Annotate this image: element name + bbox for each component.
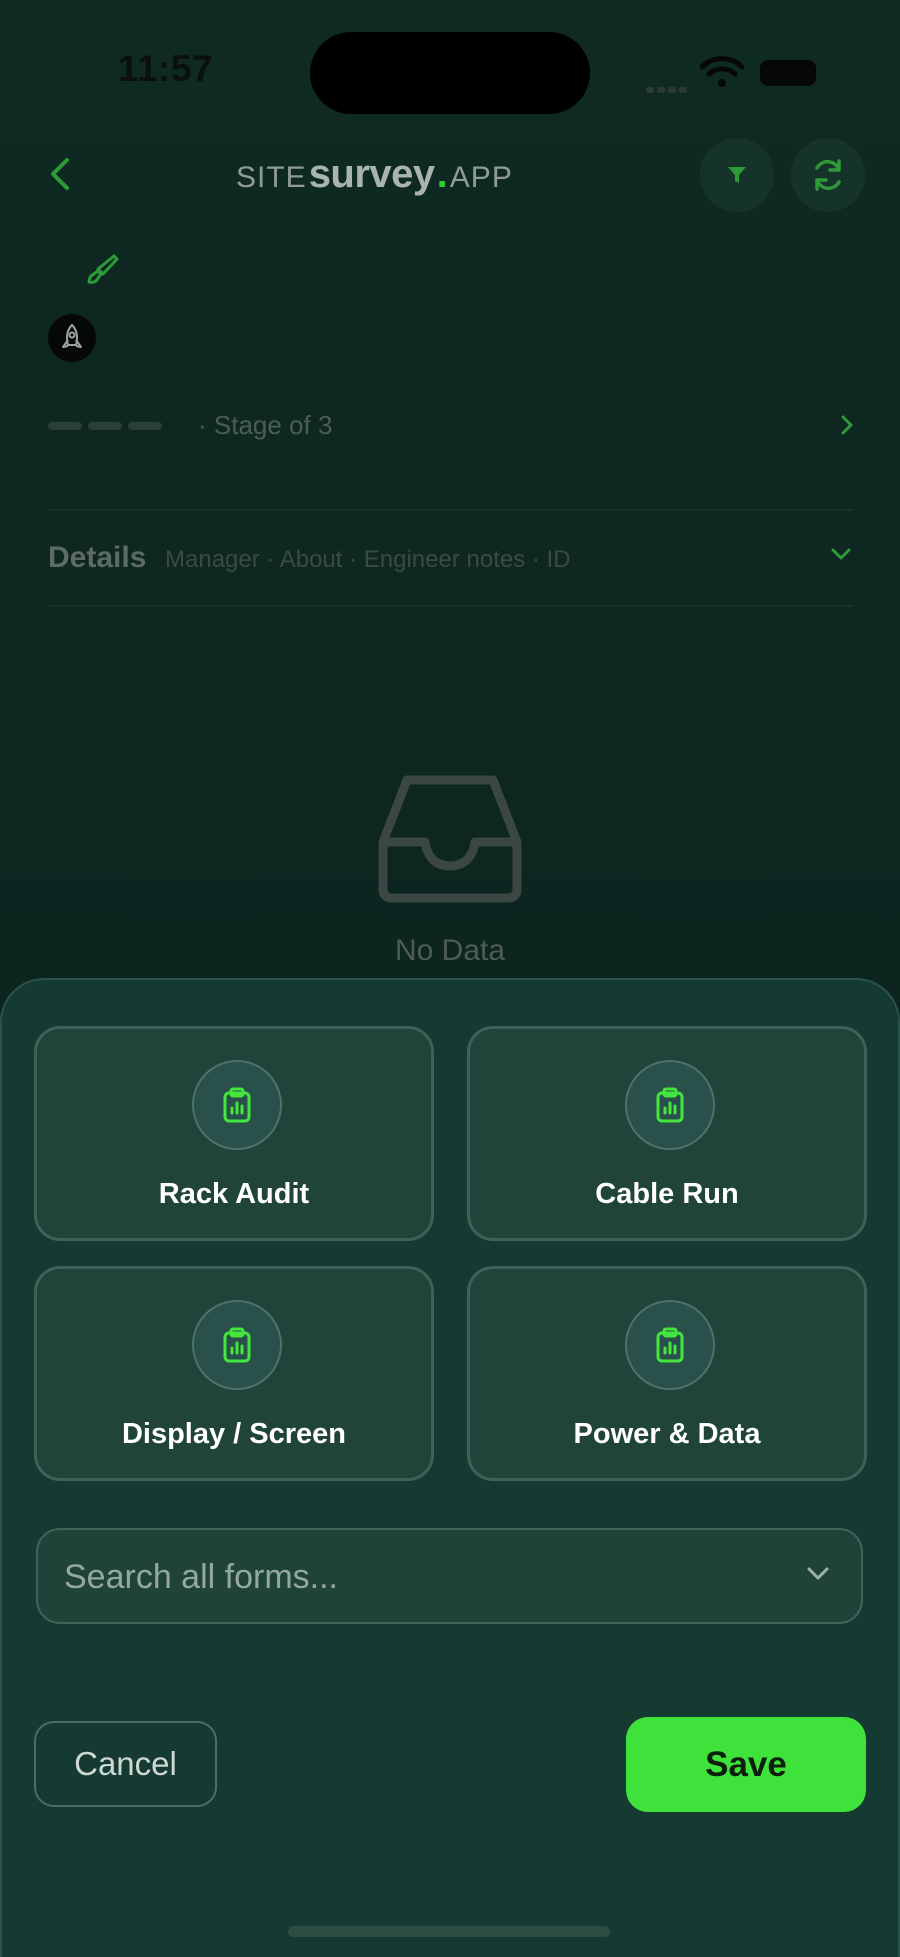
stage-segment [128,422,162,430]
home-indicator[interactable] [288,1926,610,1937]
cellular-signal-icon [646,80,690,98]
logo-dot: . [436,152,448,196]
clipboard-chart-icon [625,1060,715,1150]
form-card-label: Power & Data [573,1418,761,1450]
form-card-rack-audit[interactable]: Rack Audit [34,1026,434,1241]
chevron-left-icon [51,158,69,190]
form-card-label: Display / Screen [121,1418,347,1450]
back-button[interactable] [42,152,78,196]
empty-state-text: No Data [394,934,506,967]
wifi-icon [700,56,744,87]
divider [48,605,853,607]
form-card-label: Rack Audit [158,1178,310,1210]
clipboard-chart-icon [625,1300,715,1390]
logo-suffix: APP [449,161,513,194]
rocket-icon [62,323,82,348]
details-accordion[interactable]: Details Manager · About · Engineer notes… [48,535,858,585]
stage-segment [48,422,82,430]
logo-prefix: SITE [236,161,307,194]
chevron-down-icon [831,548,851,560]
chevron-right-icon [841,415,853,435]
paintbrush-icon[interactable] [86,252,120,286]
status-time: 11:57 [118,48,214,89]
refresh-button[interactable] [791,138,865,212]
refresh-icon [815,159,841,191]
app-logo: SITE survey . APP [236,152,513,202]
rocket-avatar[interactable] [48,314,96,362]
form-search-select[interactable]: Search all forms... [36,1528,863,1624]
dynamic-island [310,32,590,114]
clipboard-chart-icon [192,1300,282,1390]
form-card-display-screen[interactable]: Display / Screen [34,1266,434,1481]
cancel-button[interactable]: Cancel [34,1721,217,1807]
stage-label: · Stage of 3 [198,410,333,440]
form-card-label: Cable Run [595,1178,739,1210]
battery-icon [760,60,816,86]
clipboard-chart-icon [192,1060,282,1150]
filter-icon [728,167,746,183]
chevron-down-icon [807,1567,829,1580]
stage-segment [88,422,122,430]
form-card-power-data[interactable]: Power & Data [467,1266,867,1481]
logo-main: survey [308,152,435,196]
details-subtitle: Manager · About · Engineer notes · ID [165,546,571,573]
details-title: Details [48,541,147,574]
stage-progress-row[interactable]: · Stage of 3 [48,404,858,448]
search-placeholder: Search all forms... [64,1558,338,1596]
divider [48,509,853,511]
form-card-cable-run[interactable]: Cable Run [467,1026,867,1241]
save-button[interactable]: Save [626,1717,866,1812]
empty-inbox-icon [378,775,522,903]
filter-button[interactable] [700,138,774,212]
